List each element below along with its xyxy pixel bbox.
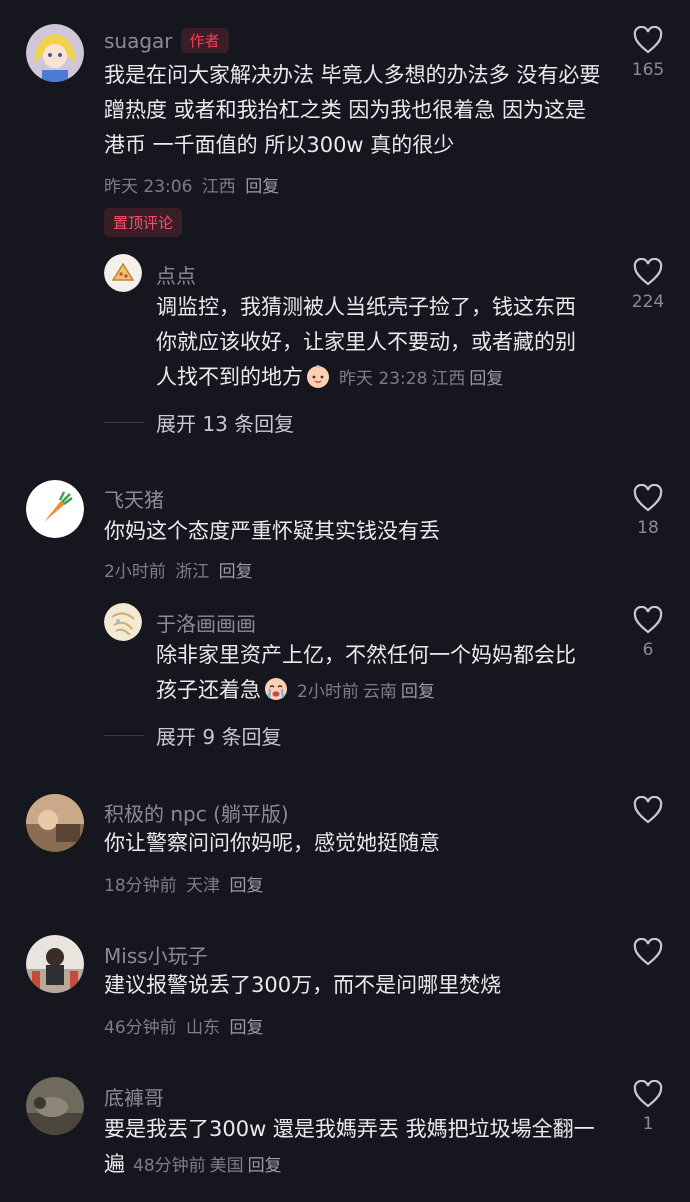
like-button[interactable]: 1 [622, 1080, 674, 1134]
comment-location: 天津 [186, 876, 221, 896]
comment-time: 2小时前 [297, 682, 359, 702]
avatar[interactable] [26, 935, 84, 993]
like-count: 6 [642, 640, 654, 660]
like-count: 1 [642, 1114, 654, 1134]
comment-time: 昨天 23:06 [104, 177, 193, 197]
comment-location: 美国 [209, 1156, 244, 1176]
reply-button[interactable]: 回复 [248, 1156, 282, 1176]
heart-outline-icon [633, 796, 663, 824]
like-count: 224 [631, 292, 665, 312]
expand-replies-button[interactable]: 展开 13 条回复 [104, 408, 294, 437]
comment-location: 山东 [186, 1018, 221, 1038]
like-button[interactable] [622, 938, 674, 972]
baby-face-emoji [307, 365, 329, 388]
like-count: 18 [637, 518, 659, 538]
divider [104, 735, 144, 736]
divider [104, 422, 144, 423]
comment-author[interactable]: 飞天猪 [104, 484, 164, 513]
avatar[interactable] [104, 603, 142, 641]
comment-meta: 48分钟前 美国 回复 [133, 1156, 286, 1176]
comment-author[interactable]: 底褲哥 [104, 1082, 164, 1111]
like-button[interactable]: 6 [622, 606, 674, 660]
comment-author[interactable]: Miss小玩子 [104, 940, 208, 969]
avatar[interactable] [104, 254, 142, 292]
comment-text: 我是在问大家解决办法 毕竟人多想的办法多 没有必要蹭热度 或者和我抬杠之类 因为… [104, 63, 601, 157]
crying-face-emoji [265, 678, 287, 700]
avatar[interactable] [26, 24, 84, 82]
comment-time: 18分钟前 [104, 876, 177, 896]
comment-meta: 2小时前 浙江 回复 [104, 557, 257, 582]
heart-outline-icon [633, 938, 663, 966]
comment-meta: 18分钟前 天津 回复 [104, 871, 267, 896]
like-button[interactable]: 165 [622, 26, 674, 80]
avatar[interactable] [26, 794, 84, 852]
like-button[interactable] [622, 796, 674, 830]
author-name[interactable]: suagar [104, 29, 173, 53]
reply-button[interactable]: 回复 [401, 682, 435, 702]
comment-time: 2小时前 [104, 562, 166, 582]
heart-outline-icon [633, 258, 663, 286]
comment-text: 要是我丟了300w 還是我媽弄丟 我媽把垃圾場全翻一遍 48分钟前 美国 回复 [104, 1112, 614, 1184]
comment-author[interactable]: suagar 作者 [104, 28, 229, 53]
comment-text: 你让警察问问你妈呢，感觉她挺随意 [104, 831, 440, 855]
expand-replies-label: 展开 13 条回复 [156, 412, 295, 436]
reply-button[interactable]: 回复 [469, 369, 503, 389]
avatar[interactable] [26, 480, 84, 538]
comment-author[interactable]: 点点 [156, 260, 196, 289]
comment-author[interactable]: 积极的 npc (躺平版) [104, 798, 289, 827]
comment-text: 你妈这个态度严重怀疑其实钱没有丢 [104, 519, 440, 543]
heart-outline-icon [633, 26, 663, 54]
comment-time: 46分钟前 [104, 1018, 177, 1038]
like-count: 165 [631, 60, 665, 80]
author-badge: 作者 [180, 28, 229, 53]
heart-outline-icon [633, 606, 663, 634]
comment-text: 建议报警说丢了300万，而不是问哪里焚烧 [104, 973, 502, 997]
pinned-badge: 置顶评论 [104, 208, 183, 237]
heart-outline-icon [633, 1080, 663, 1108]
expand-replies-label: 展开 9 条回复 [156, 725, 282, 749]
comment-location: 浙江 [175, 562, 210, 582]
comment-meta: 昨天 23:06 江西 回复 [104, 172, 283, 197]
comment-meta: 昨天 23:28 江西 回复 [339, 369, 507, 389]
avatar[interactable] [26, 1077, 84, 1135]
comment-time: 48分钟前 [133, 1156, 206, 1176]
reply-button[interactable]: 回复 [245, 177, 279, 197]
like-button[interactable]: 224 [622, 258, 674, 312]
comment-meta: 2小时前 云南 回复 [297, 682, 439, 702]
comment-text: 除非家里资产上亿，不然任何一个妈妈都会比孩子还着急 2小时前 云南 回复 [156, 638, 596, 710]
heart-outline-icon [633, 484, 663, 512]
comment-location: 江西 [201, 177, 236, 197]
comment-list: suagar 作者 我是在问大家解决办法 毕竟人多想的办法多 没有必要蹭热度 或者… [0, 0, 690, 1202]
comment-author[interactable]: 于洛画画画 [156, 608, 256, 637]
reply-button[interactable]: 回复 [219, 562, 253, 582]
comment-time: 昨天 23:28 [339, 369, 428, 389]
comment-meta: 46分钟前 山东 回复 [104, 1013, 267, 1038]
like-button[interactable]: 18 [622, 484, 674, 538]
expand-replies-button[interactable]: 展开 9 条回复 [104, 721, 281, 750]
comment-location: 云南 [362, 682, 397, 702]
reply-button[interactable]: 回复 [229, 1018, 263, 1038]
comment-location: 江西 [431, 369, 466, 389]
comment-text: 调监控，我猜测被人当纸壳子捡了，钱这东西你就应该收好，让家里人不要动，或者藏的别… [156, 290, 596, 397]
reply-button[interactable]: 回复 [229, 876, 263, 896]
